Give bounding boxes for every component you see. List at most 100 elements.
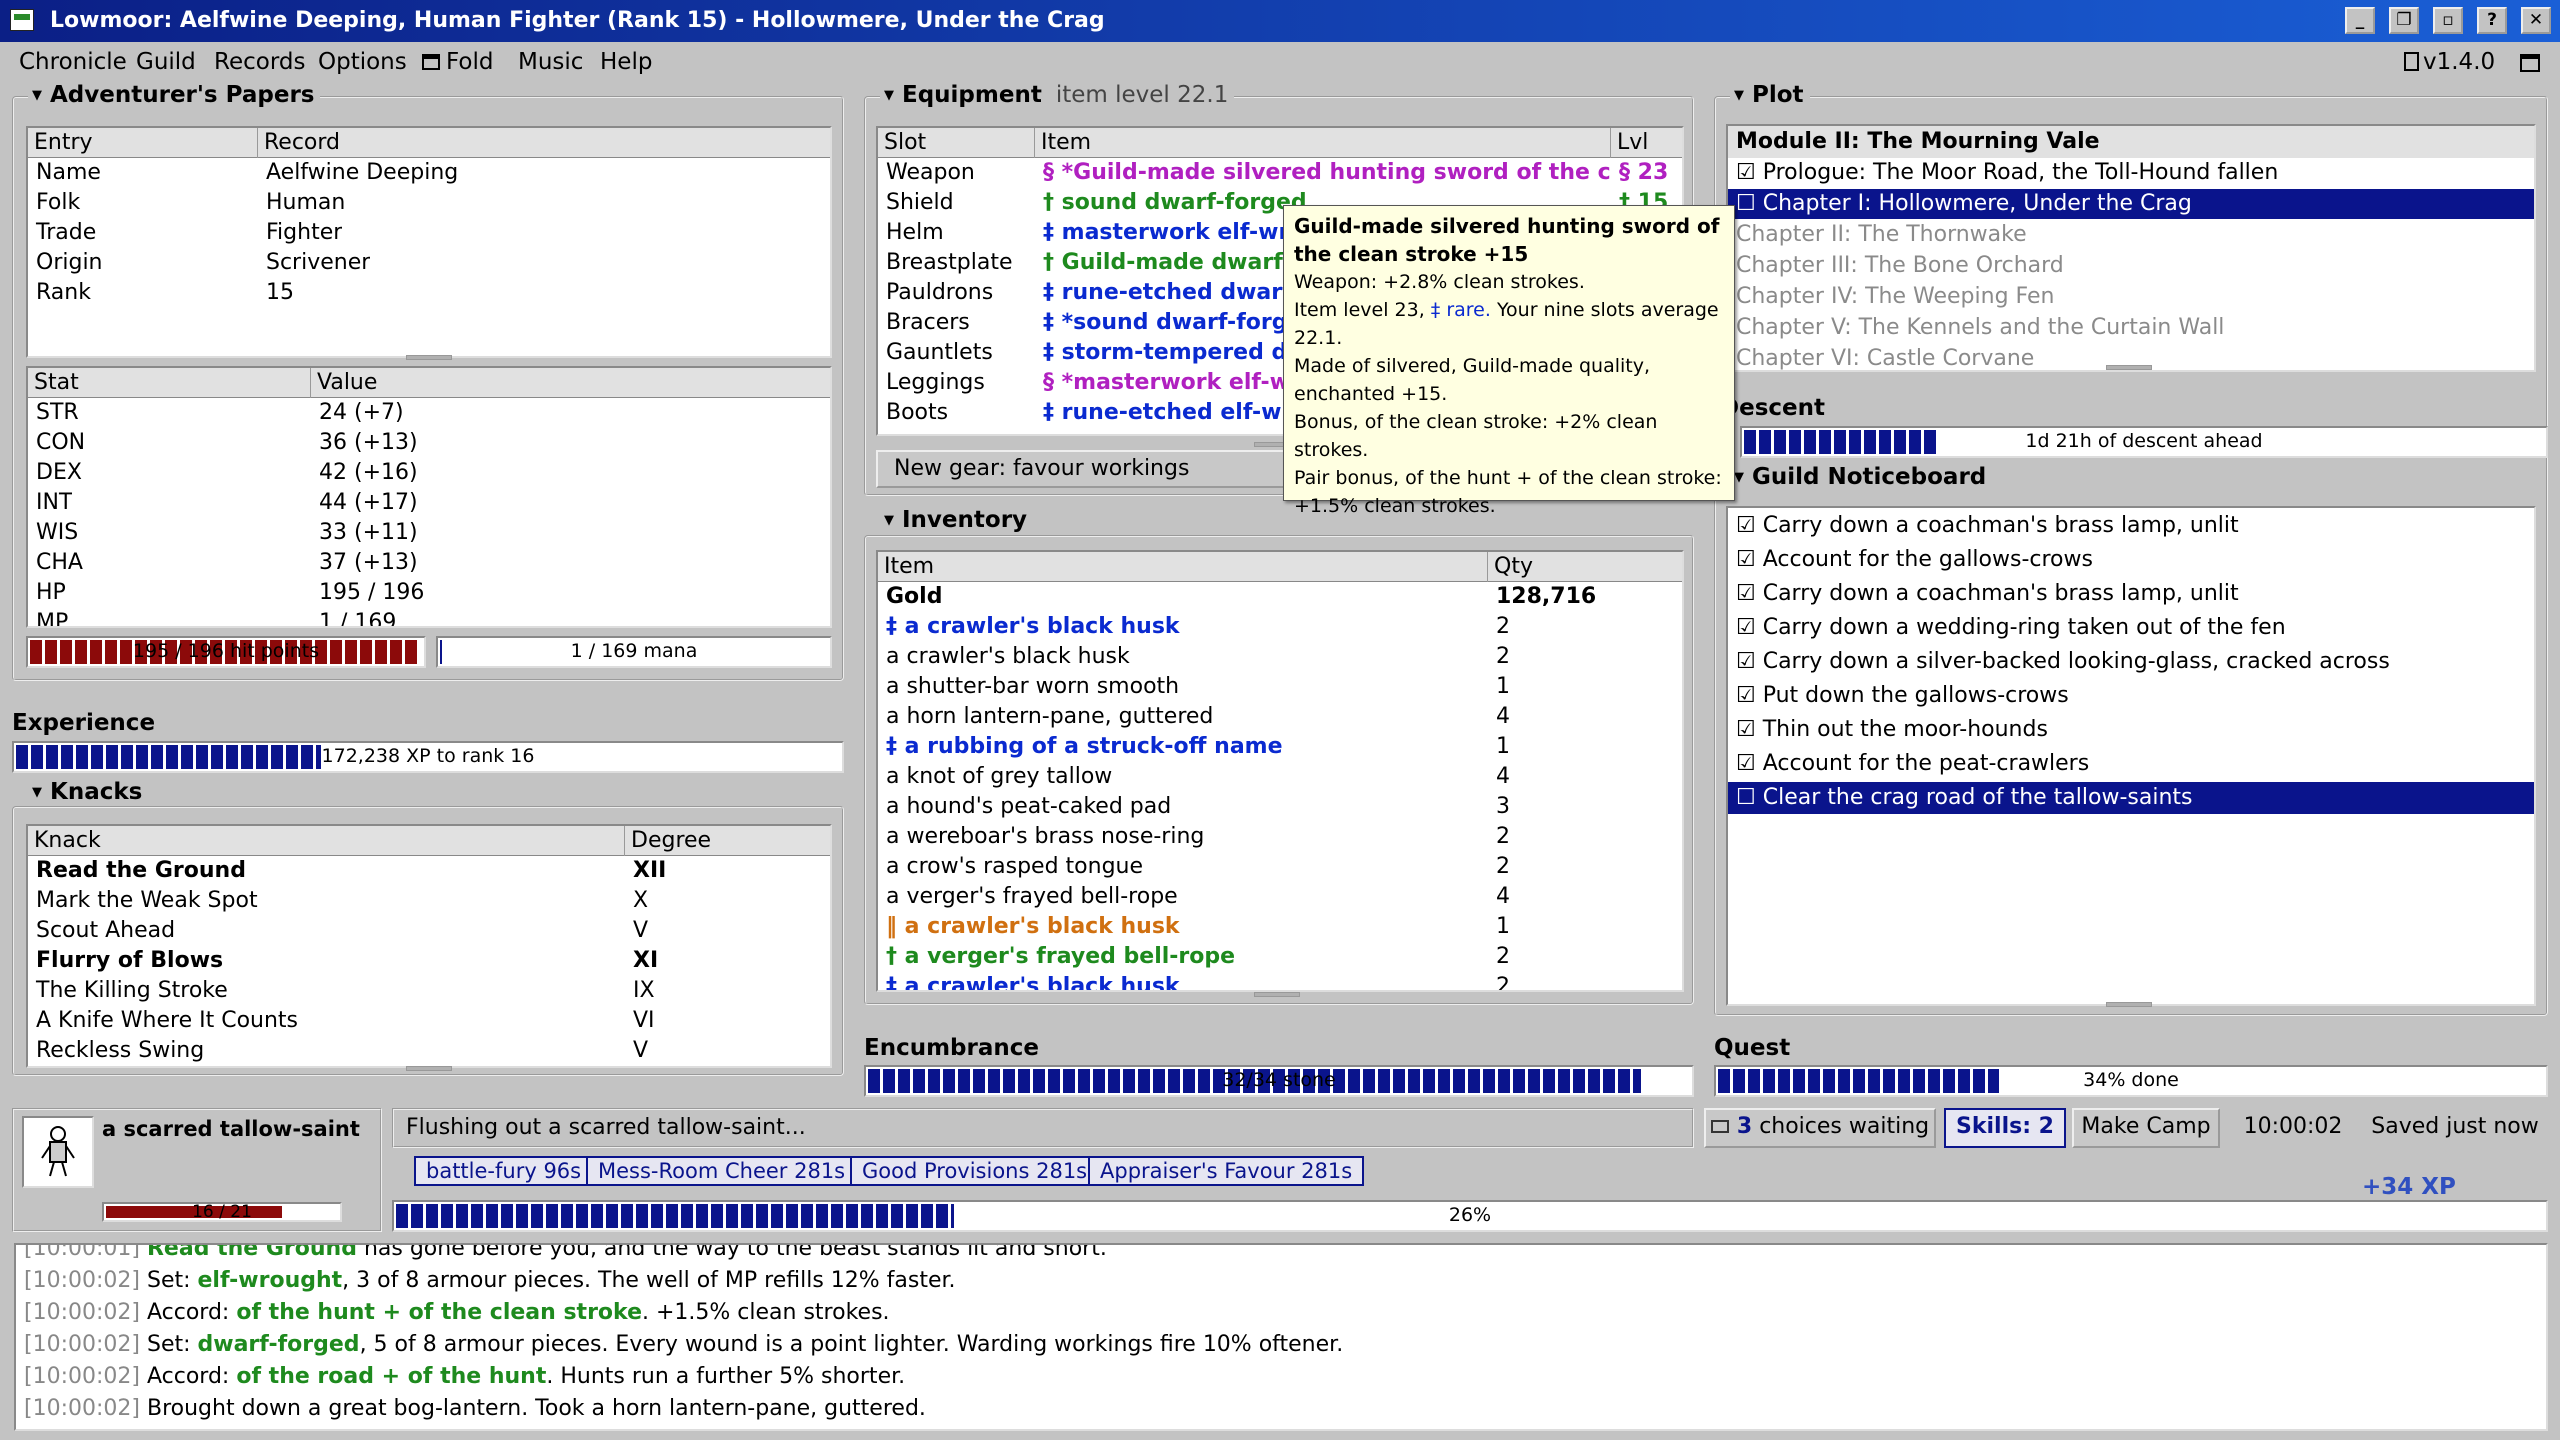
inventory-row[interactable]: a wereboar's brass nose-ring 2 bbox=[878, 822, 1682, 852]
papers-row[interactable]: Trade Fighter bbox=[28, 218, 830, 248]
buff-chip[interactable]: battle-fury 96s bbox=[414, 1156, 594, 1186]
menu-music[interactable]: Music bbox=[518, 49, 583, 75]
inventory-row[interactable]: ‡ a crawler's black husk 2 bbox=[878, 612, 1682, 642]
knack-row[interactable]: The Killing Stroke IX bbox=[28, 976, 830, 1006]
menu-options[interactable]: Options bbox=[318, 49, 407, 75]
stat-row[interactable]: INT 44 (+17) bbox=[28, 488, 830, 518]
close-button[interactable]: ✕ bbox=[2521, 7, 2551, 34]
splitter-grip[interactable] bbox=[1254, 992, 1300, 997]
inventory-row[interactable]: ‡ a crawler's black husk 2 bbox=[878, 972, 1682, 990]
col-qty[interactable]: Qty bbox=[1488, 552, 1682, 582]
papers-list[interactable]: Entry Record Name Aelfwine Deeping Folk Huma… bbox=[26, 126, 832, 358]
buff-chip[interactable]: Good Provisions 281s bbox=[850, 1156, 1100, 1186]
col-slot[interactable]: Slot bbox=[878, 128, 1035, 158]
inventory-row[interactable]: Gold 128,716 bbox=[878, 582, 1682, 612]
knack-row[interactable]: A Knife Where It Counts VI bbox=[28, 1006, 830, 1036]
inventory-row[interactable]: a shutter-bar worn smooth 1 bbox=[878, 672, 1682, 702]
help-button[interactable]: ? bbox=[2477, 7, 2507, 34]
splitter-grip[interactable] bbox=[406, 1066, 452, 1071]
make-camp-button[interactable]: Make Camp bbox=[2072, 1108, 2220, 1148]
layout-icon[interactable] bbox=[2520, 52, 2540, 78]
inventory-row[interactable]: a crawler's black husk 2 bbox=[878, 642, 1682, 672]
maximize-button[interactable]: ▫ bbox=[2433, 7, 2463, 34]
plot-title[interactable]: ▼ Plot bbox=[1730, 82, 1810, 108]
splitter-grip[interactable] bbox=[2106, 365, 2152, 370]
buff-chip[interactable]: Mess-Room Cheer 281s bbox=[586, 1156, 858, 1186]
inventory-row[interactable]: ‖ a crawler's black husk 1 bbox=[878, 912, 1682, 942]
menu-help[interactable]: Help bbox=[600, 49, 652, 75]
knack-row[interactable]: Reckless Swing V bbox=[28, 1036, 830, 1066]
notice-item[interactable]: ☑ Account for the peat-crawlers bbox=[1728, 748, 2534, 780]
notice-item[interactable]: ☐ Clear the crag road of the tallow-sain… bbox=[1728, 782, 2534, 814]
notice-item[interactable]: ☑ Carry down a coachman's brass lamp, un… bbox=[1728, 510, 2534, 542]
stat-row[interactable]: STR 24 (+7) bbox=[28, 398, 830, 428]
choices-button[interactable]: 3 choices waiting bbox=[1704, 1108, 1936, 1148]
menu-chronicle[interactable]: Chronicle bbox=[19, 49, 127, 75]
papers-row[interactable]: Folk Human bbox=[28, 188, 830, 218]
knack-row[interactable]: Flurry of Blows XI bbox=[28, 946, 830, 976]
knacks-list[interactable]: Knack Degree Read the Ground XII Mark the W… bbox=[26, 824, 832, 1068]
stat-row[interactable]: CHA 37 (+13) bbox=[28, 548, 830, 578]
equipment-row[interactable]: Weapon § *Guild-made silvered hunting swo… bbox=[878, 158, 1682, 188]
combat-log[interactable]: [10:00:01] Read the Ground has gone befo… bbox=[14, 1243, 2548, 1431]
papers-row[interactable]: Origin Scrivener bbox=[28, 248, 830, 278]
stat-row[interactable]: HP 195 / 196 bbox=[28, 578, 830, 608]
plot-chapter[interactable]: Chapter II: The Thornwake bbox=[1728, 220, 2534, 250]
col-value[interactable]: Value bbox=[311, 368, 830, 398]
noticeboard-title[interactable]: ▼ Guild Noticeboard bbox=[1730, 464, 1993, 490]
inventory-list[interactable]: Item Qty Gold 128,716 ‡ a crawler's black h… bbox=[876, 550, 1684, 992]
papers-title[interactable]: ▼ Adventurer's Papers bbox=[28, 82, 321, 108]
col-knack[interactable]: Knack bbox=[28, 826, 625, 856]
log-timestamp: [10:00:02] bbox=[24, 1396, 140, 1421]
buff-chip[interactable]: Appraiser's Favour 281s bbox=[1088, 1156, 1365, 1186]
notice-item[interactable]: ☑ Carry down a coachman's brass lamp, un… bbox=[1728, 578, 2534, 610]
col-record[interactable]: Record bbox=[258, 128, 830, 158]
notice-item[interactable]: ☑ Account for the gallows-crows bbox=[1728, 544, 2534, 576]
stat-row[interactable]: MP 1 / 169 bbox=[28, 608, 830, 626]
plot-chapter[interactable]: Chapter V: The Kennels and the Curtain W… bbox=[1728, 313, 2534, 343]
notice-item[interactable]: ☑ Put down the gallows-crows bbox=[1728, 680, 2534, 712]
notice-item[interactable]: ☑ Carry down a wedding-ring taken out of… bbox=[1728, 612, 2534, 644]
stat-row[interactable]: DEX 42 (+16) bbox=[28, 458, 830, 488]
plot-chapter[interactable]: Chapter IV: The Weeping Fen bbox=[1728, 282, 2534, 312]
stat-row[interactable]: CON 36 (+13) bbox=[28, 428, 830, 458]
col-entry[interactable]: Entry bbox=[28, 128, 258, 158]
col-degree[interactable]: Degree bbox=[625, 826, 830, 856]
col-lvl[interactable]: Lvl bbox=[1611, 128, 1682, 158]
papers-row[interactable]: Name Aelfwine Deeping bbox=[28, 158, 830, 188]
inventory-row[interactable]: ‡ a rubbing of a struck-off name 1 bbox=[878, 732, 1682, 762]
inventory-row[interactable]: † a verger's frayed bell-rope 2 bbox=[878, 942, 1682, 972]
splitter-grip[interactable] bbox=[406, 355, 452, 360]
papers-row[interactable]: Rank 15 bbox=[28, 278, 830, 308]
plot-chapter[interactable]: Chapter III: The Bone Orchard bbox=[1728, 251, 2534, 281]
notice-item[interactable]: ☑ Carry down a silver-backed looking-gla… bbox=[1728, 646, 2534, 678]
knack-row[interactable]: Mark the Weak Spot X bbox=[28, 886, 830, 916]
notice-item[interactable]: ☑ Thin out the moor-hounds bbox=[1728, 714, 2534, 746]
inventory-row[interactable]: a verger's frayed bell-rope 4 bbox=[878, 882, 1682, 912]
stats-list[interactable]: Stat Value STR 24 (+7) CON 36 (+13) DEX 42 (+1… bbox=[26, 366, 832, 628]
minimize-button[interactable]: _ bbox=[2345, 7, 2375, 34]
stat-row[interactable]: WIS 33 (+11) bbox=[28, 518, 830, 548]
inventory-row[interactable]: a hound's peat-caked pad 3 bbox=[878, 792, 1682, 822]
plot-chapter[interactable]: ☑ Prologue: The Moor Road, the Toll-Houn… bbox=[1728, 158, 2534, 188]
inventory-row[interactable]: a knot of grey tallow 4 bbox=[878, 762, 1682, 792]
inventory-title[interactable]: ▼ Inventory bbox=[880, 507, 1034, 533]
knack-row[interactable]: Read the Ground XII bbox=[28, 856, 830, 886]
equipment-title[interactable]: ▼ Equipment item level 22.1 bbox=[880, 82, 1235, 108]
inventory-row[interactable]: a horn lantern-pane, guttered 4 bbox=[878, 702, 1682, 732]
restore-button[interactable]: ❐ bbox=[2389, 7, 2419, 34]
splitter-grip[interactable] bbox=[2106, 1002, 2152, 1007]
plot-chapter[interactable]: ☐ Chapter I: Hollowmere, Under the Crag bbox=[1728, 189, 2534, 219]
menu-records[interactable]: Records bbox=[214, 49, 305, 75]
knack-row[interactable]: Scout Ahead V bbox=[28, 916, 830, 946]
col-stat[interactable]: Stat bbox=[28, 368, 311, 398]
col-item[interactable]: Item bbox=[1035, 128, 1611, 158]
col-inv-item[interactable]: Item bbox=[878, 552, 1488, 582]
inventory-row[interactable]: a crow's rasped tongue 2 bbox=[878, 852, 1682, 882]
noticeboard-list[interactable]: ☑ Carry down a coachman's brass lamp, un… bbox=[1726, 506, 2536, 1006]
menu-fold[interactable]: Fold bbox=[422, 49, 493, 75]
skills-button[interactable]: Skills: 2 bbox=[1944, 1108, 2066, 1148]
plot-list[interactable]: Module II: The Mourning Vale ☑ Prologue:… bbox=[1726, 124, 2536, 372]
menu-guild[interactable]: Guild bbox=[136, 49, 196, 75]
knacks-title[interactable]: ▼ Knacks bbox=[28, 779, 149, 805]
